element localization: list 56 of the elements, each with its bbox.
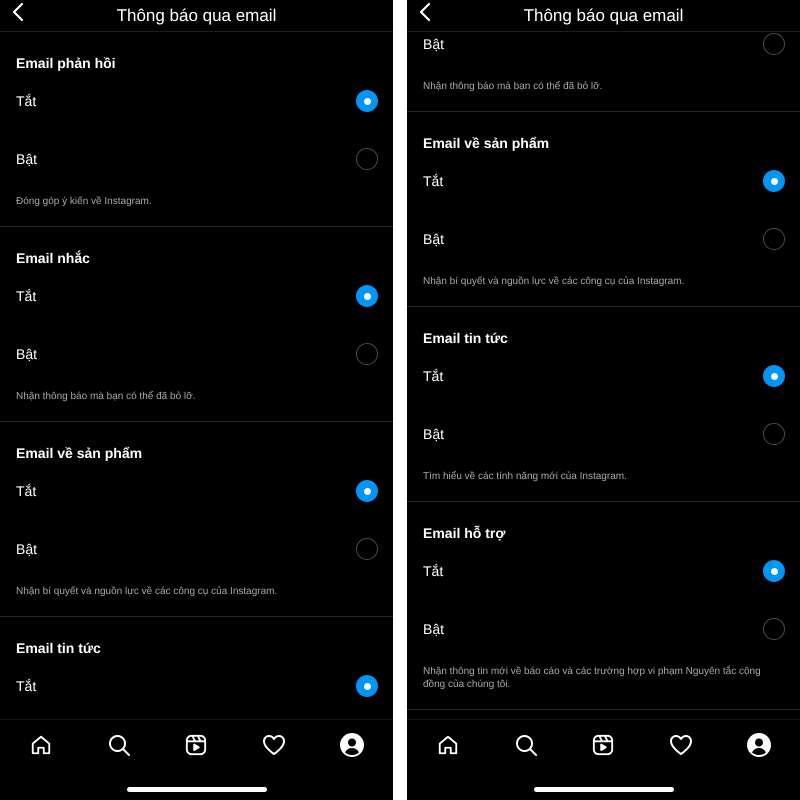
option-label: Tắt: [423, 368, 444, 384]
section-heading: Email tin tức: [422, 329, 509, 347]
back-icon[interactable]: [419, 2, 431, 22]
section-heading: Email về sản phẩm: [422, 134, 550, 152]
option-label: Tắt: [16, 93, 36, 109]
heart-icon[interactable]: [262, 734, 286, 756]
back-icon[interactable]: [12, 2, 24, 22]
section-heading: Email về sản phẩm: [15, 444, 144, 462]
option-label: Tắt: [423, 563, 444, 579]
video-play-icon[interactable]: [185, 734, 207, 756]
option-label: Tắt: [423, 173, 444, 189]
screen-title: Thông báo qua email: [524, 6, 684, 26]
radio-button[interactable]: [356, 285, 378, 307]
section-heading: Email hỗ trợ: [422, 524, 506, 542]
section-description: Nhận bí quyết và nguồn lực về các công cụ của Instagram.: [422, 275, 686, 289]
profile-icon[interactable]: [747, 733, 771, 757]
option-label: Bật: [423, 426, 444, 442]
option-label: Bật: [16, 151, 38, 167]
radio-button[interactable]: [763, 365, 785, 387]
section-description: Nhận thông báo mà bạn có thể đã bỏ lỡ.: [15, 390, 196, 404]
radio-button[interactable]: [763, 33, 785, 55]
radio-button[interactable]: [356, 480, 378, 502]
option-label: Bật: [16, 541, 38, 557]
radio-button[interactable]: [356, 675, 378, 697]
radio-button[interactable]: [763, 170, 785, 192]
section-description: Đóng góp ý kiến về Instagram.: [15, 195, 153, 209]
section-heading: Email tin tức: [15, 639, 102, 657]
heart-icon[interactable]: [668, 734, 692, 756]
option-label: Bật: [423, 36, 444, 52]
option-label: Tắt: [16, 678, 36, 694]
section-description: Nhận thông báo mà bạn có thể đã bỏ lỡ.: [422, 80, 604, 94]
option-label: Bật: [423, 621, 444, 637]
profile-icon[interactable]: [340, 733, 364, 757]
search-icon[interactable]: [106, 733, 130, 757]
option-label: Tắt: [16, 483, 36, 499]
section-heading: Email phản hồi: [15, 54, 117, 72]
home-icon[interactable]: [437, 734, 459, 756]
radio-button[interactable]: [356, 90, 378, 112]
section-description: Nhận thông tin mới về báo cáo và các trường hợp vi phạm Nguyên tắc cộng đồng của chúng tôi.: [422, 664, 762, 692]
radio-button[interactable]: [356, 538, 378, 560]
home-icon[interactable]: [30, 734, 52, 756]
radio-button[interactable]: [763, 560, 785, 582]
section-description: Tìm hiểu về các tính năng mới của Instagram.: [422, 470, 628, 484]
section-description: Nhận bí quyết và nguồn lực về các công cụ của Instagram.: [15, 585, 278, 599]
radio-button[interactable]: [763, 423, 785, 445]
radio-button[interactable]: [356, 343, 378, 365]
video-play-icon[interactable]: [592, 734, 614, 756]
radio-button[interactable]: [356, 148, 378, 170]
option-label: Bật: [423, 231, 444, 247]
radio-button[interactable]: [763, 228, 785, 250]
radio-button[interactable]: [763, 618, 785, 640]
screen-title: Thông báo qua email: [116, 6, 276, 26]
option-label: Bật: [16, 346, 38, 362]
option-label: Tắt: [16, 288, 36, 304]
section-heading: Email nhắc: [15, 249, 91, 267]
search-icon[interactable]: [514, 733, 538, 757]
